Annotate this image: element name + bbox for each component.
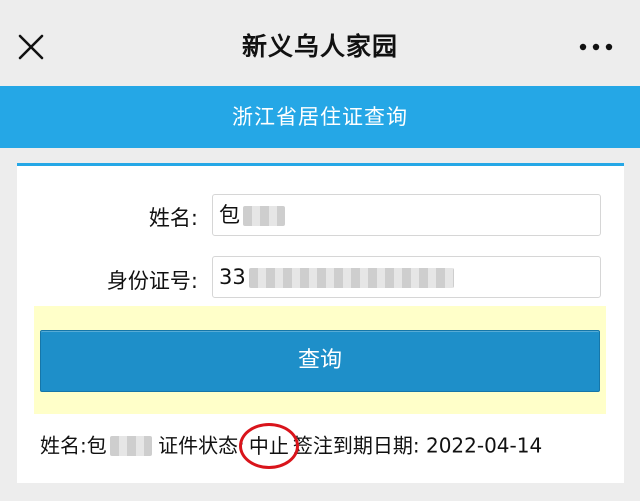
id-number-label: 身份证号: xyxy=(106,269,198,293)
name-value: 包 xyxy=(219,203,240,227)
section-banner: 浙江省居住证查询 xyxy=(0,86,640,148)
id-number-value: 33 xyxy=(219,265,246,289)
expiry-date: 2022-04-14 xyxy=(425,433,543,458)
name-label: 姓名: xyxy=(148,206,198,230)
redacted-name xyxy=(243,206,285,226)
title-bar: 新义乌人家园 xyxy=(0,0,640,88)
status-badge: 中止 xyxy=(238,422,299,469)
query-button[interactable]: 查询 xyxy=(40,330,600,392)
redacted-result-name xyxy=(109,435,152,456)
id-number-field[interactable]: 33 xyxy=(212,256,601,298)
result-name: 姓名:包 xyxy=(40,433,107,458)
page-title: 新义乌人家园 xyxy=(241,32,398,61)
name-field[interactable]: 包 xyxy=(212,194,601,236)
expiry-label: 签注到期日期: xyxy=(292,433,420,458)
status-label: 证件状态: xyxy=(158,433,245,458)
redacted-id-number xyxy=(248,268,454,288)
query-result: 姓名:包 证件状态: 中止 签注到期日期: 2022-04-14 xyxy=(40,422,620,469)
more-dots-icon[interactable] xyxy=(576,36,616,58)
